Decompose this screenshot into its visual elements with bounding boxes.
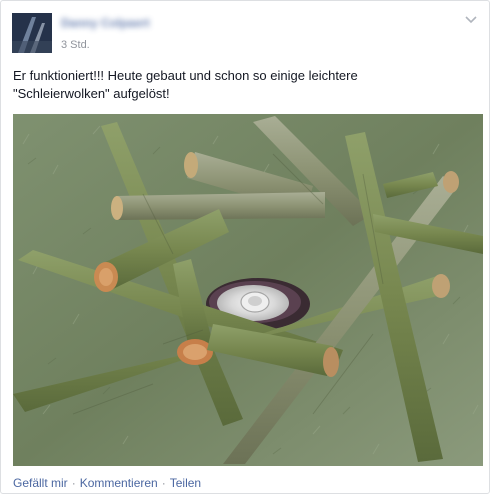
separator: · [71,476,76,490]
post-card: Danny Colpaert 3 Std. Er funktioniert!!!… [0,0,490,494]
separator: · [161,476,166,490]
chevron-down-icon[interactable] [463,11,479,27]
comment-link[interactable]: Kommentieren [80,476,158,490]
post-timestamp[interactable]: 3 Std. [61,39,90,52]
author-name[interactable]: Danny Colpaert [61,15,161,31]
post-text-line: "Schleierwolken" aufgelöst! [13,86,170,101]
post-text: Er funktioniert!!! Heute gebaut und scho… [13,67,475,103]
post-photo[interactable] [13,114,483,466]
post-actions: Gefällt mir · Kommentieren · Teilen [13,475,201,491]
like-link[interactable]: Gefällt mir [13,476,68,490]
avatar[interactable] [12,13,52,53]
share-link[interactable]: Teilen [170,476,201,490]
post-text-line: Er funktioniert!!! Heute gebaut und scho… [13,68,358,83]
